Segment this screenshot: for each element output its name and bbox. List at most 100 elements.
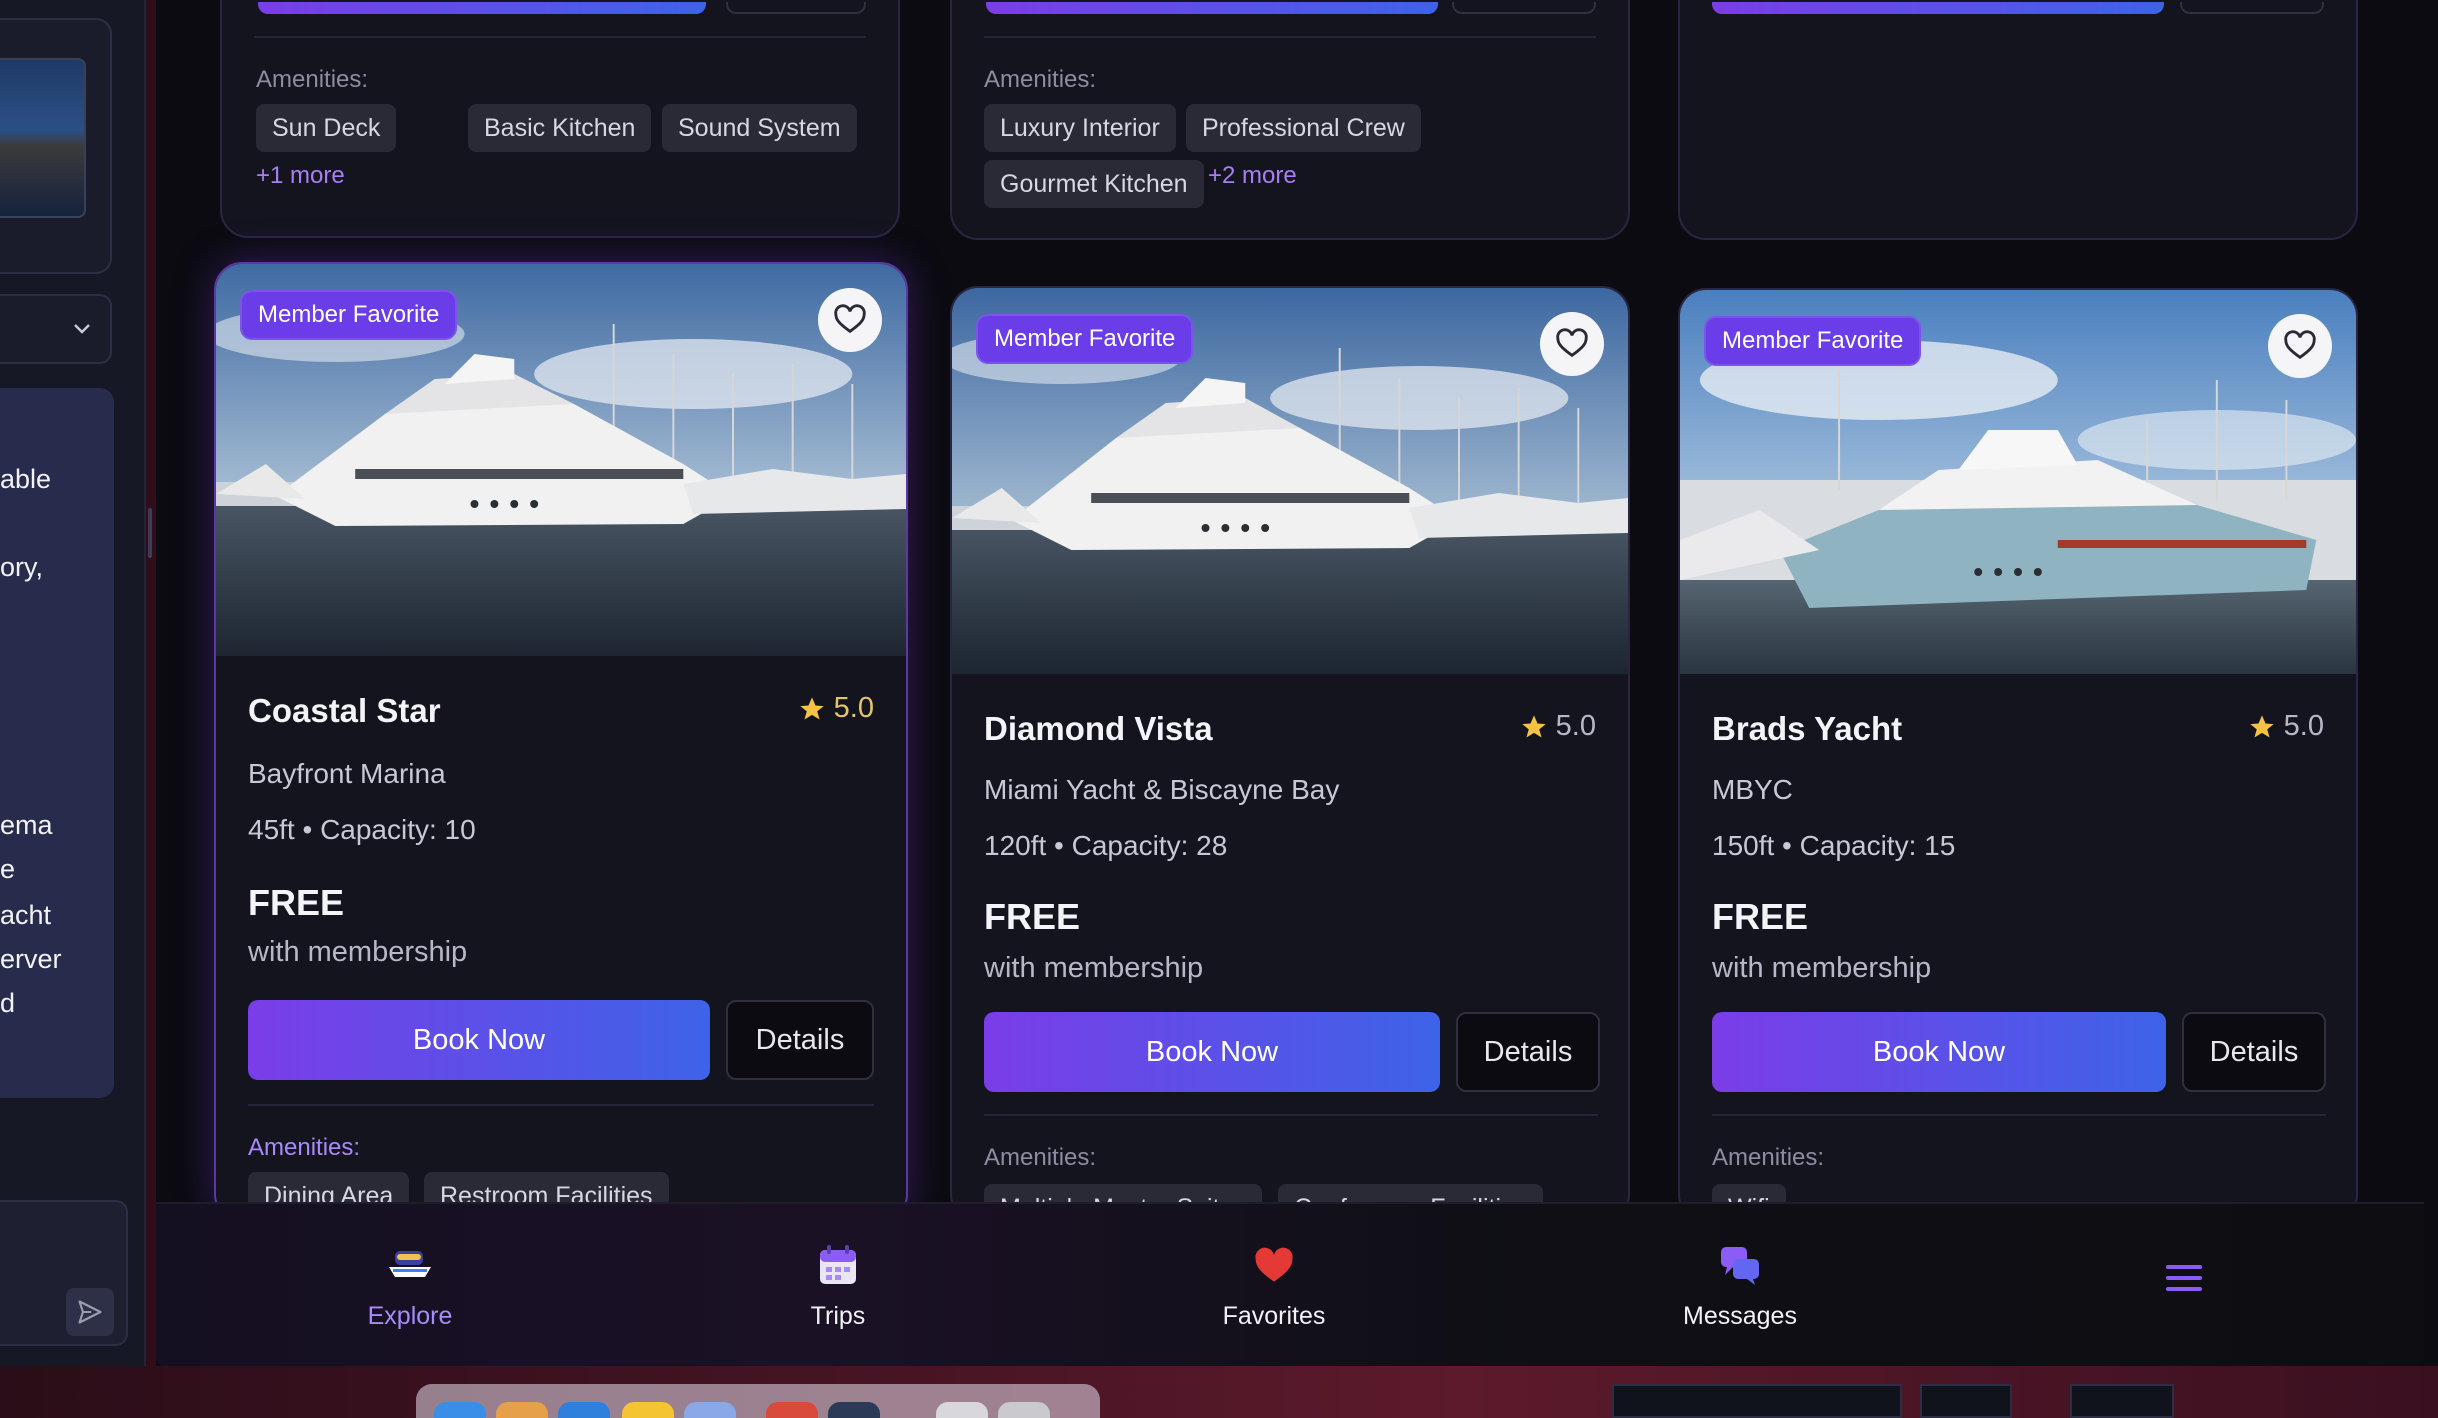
book-now-button[interactable]: Book Now [984, 1012, 1440, 1092]
details-button[interactable]: Details [2182, 1012, 2326, 1092]
yacht-card[interactable]: Member Favorite Diamond Vista 5.0 Miami … [950, 286, 1630, 1222]
price-subtitle: with membership [248, 936, 468, 968]
rating: 5.0 [798, 692, 874, 725]
trash-icon[interactable] [998, 1402, 1050, 1418]
chat-bubbles-icon [1717, 1242, 1763, 1288]
yacht-card[interactable]: Member Favorite Brads Yacht 5.0 MBYC 150… [1678, 288, 2358, 1222]
details-button[interactable] [2180, 2, 2324, 14]
member-favorite-badge: Member Favorite [976, 314, 1194, 364]
yacht-location: Bayfront Marina [248, 758, 446, 789]
attachment-thumbnail[interactable] [0, 58, 86, 218]
nav-favorites[interactable]: Favorites [1164, 1242, 1384, 1331]
nav-label: Favorites [1222, 1302, 1326, 1330]
yacht-name: Diamond Vista [984, 710, 1213, 747]
amenities-label: Amenities: [1712, 1144, 1825, 1171]
price-subtitle: with membership [984, 952, 1204, 984]
notes-icon[interactable] [622, 1402, 674, 1418]
star-icon [2250, 714, 2274, 737]
book-now-button[interactable] [986, 2, 1438, 14]
more-amenities-link[interactable]: +1 more [256, 162, 345, 190]
card-header: Brads Yacht 5.0 [1712, 710, 2324, 750]
yacht-name: Brads Yacht [1712, 710, 1903, 747]
more-amenities-link[interactable]: +2 more [1208, 162, 1297, 190]
nav-messages[interactable]: Messages [1630, 1242, 1850, 1331]
nav-label: Messages [1683, 1302, 1797, 1330]
bottom-navigation: Explore Trips Favorites Messages [156, 1202, 2424, 1366]
favorite-button[interactable] [2268, 314, 2332, 378]
heart-outline-icon [834, 304, 866, 334]
message-text-line: able [0, 464, 52, 494]
window-thumbnail[interactable] [2070, 1384, 2174, 1418]
amenity-chip: Gourmet Kitchen [984, 160, 1204, 208]
chat-message-bubble: able ory, ema e acht erver d [0, 388, 114, 1098]
book-now-button[interactable] [258, 2, 706, 14]
price: FREE [1712, 896, 1809, 937]
divider [984, 1114, 1598, 1116]
heart-icon [1251, 1242, 1297, 1288]
window-thumbnail[interactable] [1612, 1384, 1902, 1418]
message-text-line: e [0, 854, 16, 884]
yacht-card[interactable]: Member Favorite Coastal Star 5.0 Bayfron… [214, 262, 908, 1222]
hamburger-menu-icon [2166, 1265, 2202, 1291]
nav-label: Trips [810, 1302, 866, 1330]
yacht-card-top-3 [1678, 0, 2358, 240]
calendar-icon [815, 1242, 861, 1288]
amenity-chip: Basic Kitchen [468, 104, 652, 152]
yacht-location: MBYC [1712, 774, 1793, 805]
send-button[interactable] [66, 1288, 114, 1336]
menu-button[interactable] [2164, 1262, 2214, 1302]
price-subtitle: with membership [1712, 952, 1932, 984]
rating-value: 5.0 [1555, 710, 1596, 742]
card-header: Coastal Star 5.0 [248, 692, 874, 732]
chrome-icon[interactable] [766, 1402, 818, 1418]
member-favorite-badge: Member Favorite [240, 290, 458, 340]
yacht-listings-view: Amenities: Sun Deck Basic Kitchen Sound … [156, 0, 2438, 1366]
details-button[interactable] [726, 2, 866, 14]
safari-icon[interactable] [558, 1402, 610, 1418]
finder-icon[interactable] [434, 1402, 486, 1418]
app-icon[interactable] [828, 1402, 880, 1418]
divider [984, 36, 1596, 38]
send-icon [78, 1300, 102, 1324]
favorite-button[interactable] [1540, 312, 1604, 376]
divider [248, 1104, 874, 1106]
document-icon[interactable] [936, 1402, 988, 1418]
amenities-label: Amenities: [248, 1134, 361, 1161]
amenity-chip: Sun Deck [256, 104, 397, 152]
details-button[interactable] [1452, 2, 1596, 14]
yacht-specs: 120ft • Capacity: 28 [984, 830, 1228, 861]
divider [254, 36, 866, 38]
yacht-specs: 150ft • Capacity: 15 [1712, 830, 1956, 861]
favorite-button[interactable] [818, 288, 882, 352]
book-now-button[interactable]: Book Now [248, 1000, 710, 1080]
chat-side-panel: able ory, ema e acht erver d [0, 0, 146, 1366]
amenities-label: Amenities: [256, 66, 369, 93]
yacht-location: Miami Yacht & Biscayne Bay [984, 774, 1340, 805]
book-now-button[interactable]: Book Now [1712, 1012, 2166, 1092]
message-text-line: d [0, 988, 16, 1018]
member-favorite-badge: Member Favorite [1704, 316, 1922, 366]
rating: 5.0 [1520, 710, 1596, 743]
panel-resize-handle[interactable] [148, 508, 152, 558]
amenity-chip: Sound System [662, 104, 857, 152]
nav-trips[interactable]: Trips [728, 1242, 948, 1331]
nav-label: Explore [367, 1302, 453, 1330]
rating-value: 5.0 [2283, 710, 2324, 742]
preview-icon[interactable] [684, 1402, 736, 1418]
message-text-line: ema [0, 810, 53, 840]
nav-explore[interactable]: Explore [300, 1242, 520, 1331]
launchpad-icon[interactable] [496, 1402, 548, 1418]
price: FREE [984, 896, 1081, 937]
yacht-card-top-1: Amenities: Sun Deck Basic Kitchen Sound … [220, 0, 900, 238]
details-button[interactable]: Details [726, 1000, 874, 1080]
amenity-chip: Luxury Interior [984, 104, 1176, 152]
message-text-line: acht [0, 900, 52, 930]
book-now-button[interactable] [1712, 2, 2164, 14]
yacht-name: Coastal Star [248, 692, 441, 729]
yacht-icon [387, 1242, 433, 1288]
yacht-specs: 45ft • Capacity: 10 [248, 814, 476, 845]
heart-outline-icon [2284, 330, 2316, 360]
details-button[interactable]: Details [1456, 1012, 1600, 1092]
model-selector[interactable] [0, 294, 112, 364]
window-thumbnail[interactable] [1920, 1384, 2012, 1418]
